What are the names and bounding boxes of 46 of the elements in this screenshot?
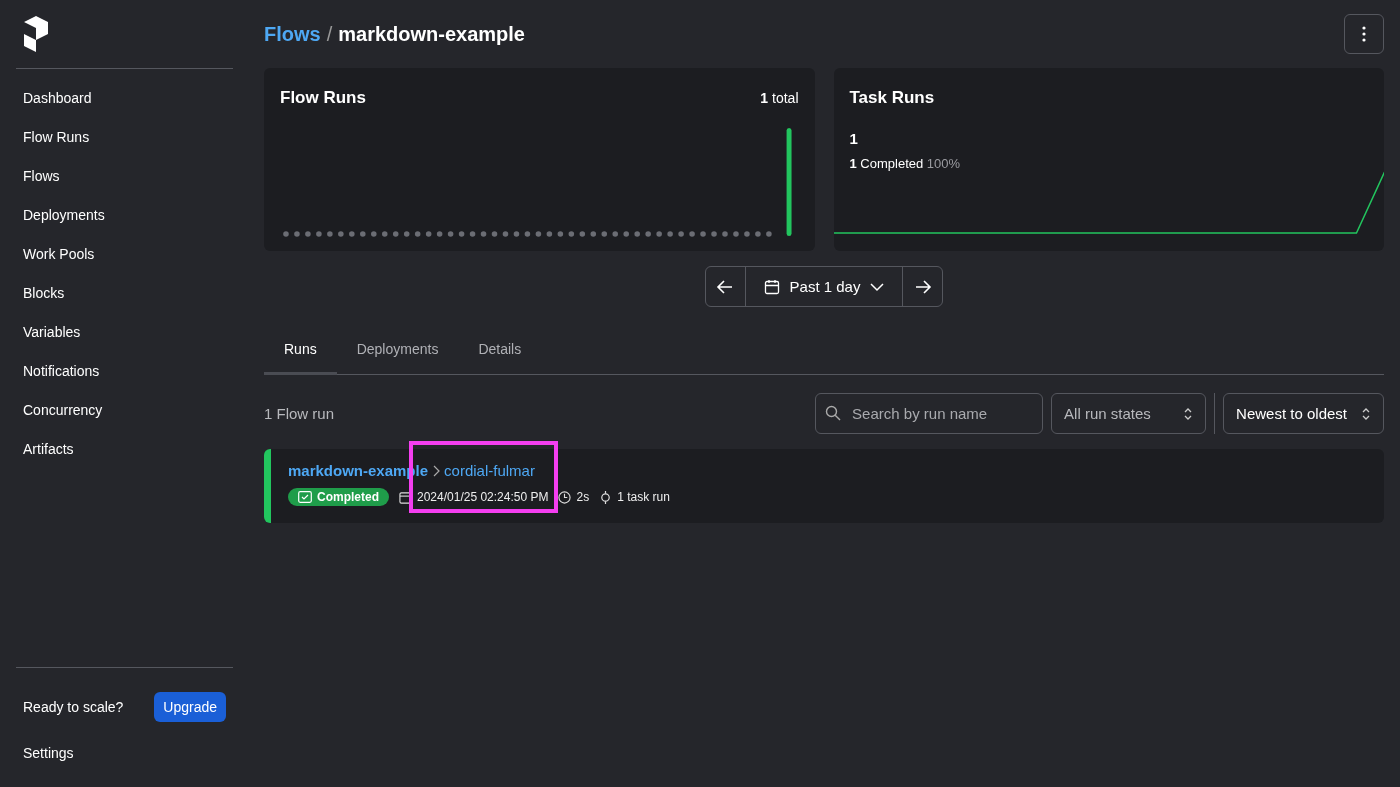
completed-stat: 1 Completed 100% [848,155,962,171]
sidebar-item[interactable]: Settings [16,734,81,773]
chevron-down-icon [870,281,885,292]
search-field[interactable]: Search by run name [815,393,1044,434]
duration: 2s [576,490,590,504]
calendar-icon [763,278,780,295]
page-title: markdown-example [338,22,525,46]
tab[interactable]: Deployments [336,329,459,375]
sidebar-item[interactable]: Work Pools [16,235,102,274]
task-run-count: 1 task run [617,490,670,504]
sidebar-item[interactable]: Variables [16,313,88,352]
sidebar-item[interactable]: Flow Runs [16,118,97,157]
sidebar-item[interactable]: Notifications [16,352,107,391]
card-title: Task Runs [848,87,936,108]
sidebar-item[interactable]: Blocks [16,274,72,313]
tab[interactable]: Details [458,329,542,375]
run-link[interactable]: cordial-fulmar [444,462,535,479]
card-title: Flow Runs [280,88,366,108]
up-down-icon [1183,406,1194,421]
task-run-count: 1 [848,129,859,147]
task-icon [599,490,613,504]
start-time: 2024/01/25 02:24:50 PM [417,490,549,504]
breadcrumb-link[interactable]: Flows [264,22,321,46]
sidebar-item[interactable]: Concurrency [16,391,110,430]
up-down-icon [1361,406,1371,421]
total-count: 1 total [760,90,799,106]
upgrade-prompt: Ready to scale? [23,699,124,715]
more-menu-button[interactable] [1344,14,1384,54]
logo-icon[interactable] [24,16,48,52]
state-badge: Completed [288,488,389,506]
arrow-left-icon [716,277,735,296]
sidebar-item[interactable]: Deployments [16,196,112,235]
sort-select[interactable]: Newest to oldest [1223,393,1384,434]
sidebar-item[interactable]: Dashboard [16,79,99,118]
arrow-right-icon [913,277,932,296]
sidebar-item[interactable]: Artifacts [16,430,81,469]
chevron-icon [432,464,441,477]
breadcrumb-separator: / [326,22,333,46]
state-filter-select[interactable]: All run states [1051,393,1207,434]
kebab-icon [1362,26,1366,42]
run-count: 1 Flow run [264,405,335,422]
clock-icon [558,490,572,504]
sidebar-item[interactable]: Flows [16,157,67,196]
calendar-icon [399,490,412,504]
upgrade-button[interactable]: Upgrade [154,692,226,722]
tab[interactable]: Runs [264,329,337,375]
